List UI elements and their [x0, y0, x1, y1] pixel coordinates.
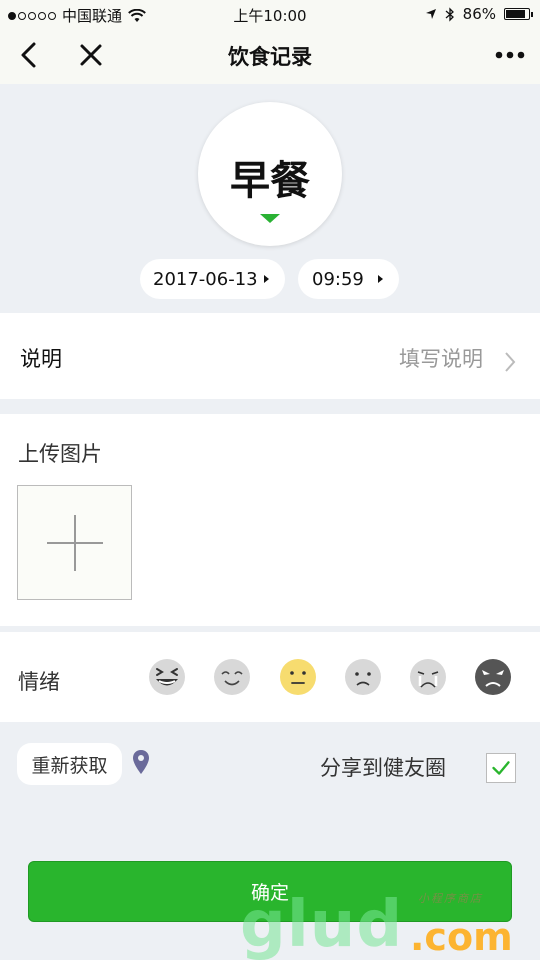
caret-down-icon	[260, 214, 280, 223]
time-picker[interactable]: 09:59	[298, 259, 399, 299]
location-pin-icon	[133, 750, 149, 774]
upload-label: 上传图片	[18, 442, 102, 466]
status-right: 86%	[425, 5, 533, 23]
description-placeholder: 填写说明	[399, 347, 483, 371]
meal-type-label: 早餐	[230, 158, 310, 204]
watermark-domain: .com	[410, 915, 513, 959]
chevron-right-icon	[505, 352, 516, 372]
meal-type-selector[interactable]: 早餐	[198, 102, 342, 246]
mood-section: 情绪	[0, 632, 540, 722]
status-bar: 中国联通 上午10:00 86%	[0, 0, 540, 28]
bluetooth-icon	[445, 6, 454, 22]
date-value: 2017-06-13	[153, 268, 258, 290]
description-row[interactable]: 说明 填写说明	[0, 313, 540, 399]
battery-percent: 86%	[462, 5, 496, 23]
refresh-location-button[interactable]: 重新获取	[17, 743, 122, 785]
angry-face-icon[interactable]	[474, 658, 512, 696]
watermark-brand: glud	[240, 888, 404, 960]
nav-bar: 饮食记录	[0, 28, 540, 84]
crying-face-icon[interactable]	[409, 658, 447, 696]
add-image-button[interactable]	[17, 485, 132, 600]
sad-face-icon[interactable]	[344, 658, 382, 696]
description-label: 说明	[20, 347, 62, 371]
share-checkbox[interactable]	[486, 753, 516, 783]
more-icon[interactable]	[492, 40, 528, 70]
upload-section: 上传图片	[0, 414, 540, 626]
time-value: 09:59	[312, 268, 364, 290]
plus-icon-vertical	[74, 515, 76, 571]
watermark-tagline: 小程序商店	[418, 892, 483, 905]
location-arrow-icon	[425, 9, 436, 19]
triangle-right-icon	[378, 275, 383, 283]
triangle-right-icon	[264, 275, 269, 283]
page-title: 饮食记录	[228, 45, 312, 69]
battery-icon	[504, 8, 533, 20]
mood-label: 情绪	[18, 670, 60, 694]
neutral-face-icon[interactable]	[279, 658, 317, 696]
smiling-face-icon[interactable]	[213, 658, 251, 696]
share-label: 分享到健友圈	[320, 756, 446, 780]
date-picker[interactable]: 2017-06-13	[140, 259, 285, 299]
laughing-face-icon[interactable]	[148, 658, 186, 696]
